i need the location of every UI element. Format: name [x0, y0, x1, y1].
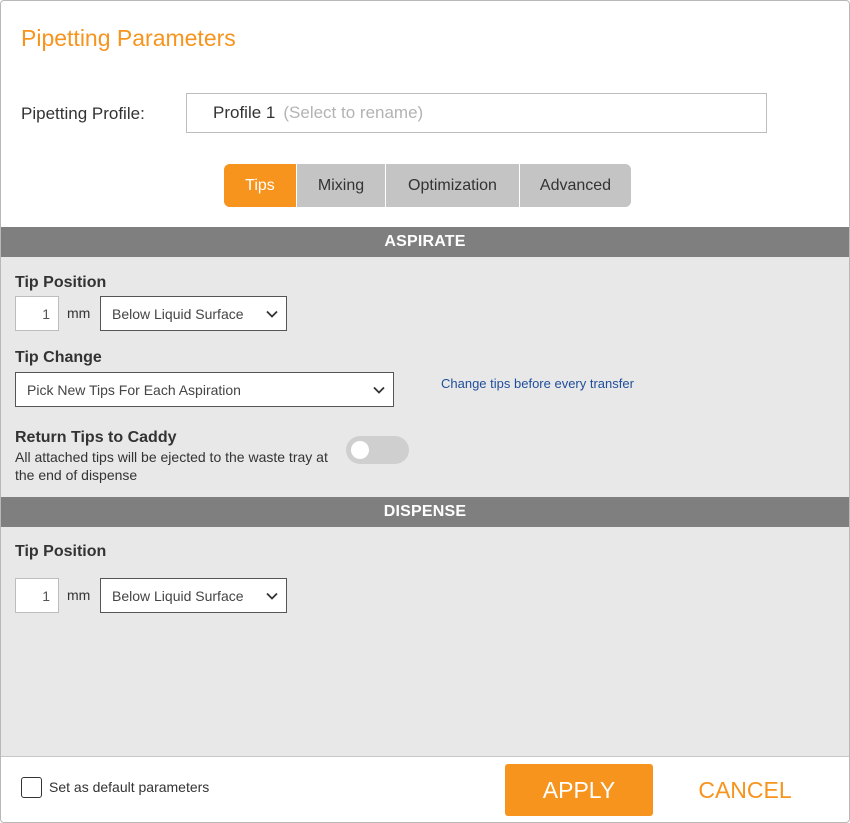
tab-content-panel: ASPIRATE Tip Position 1 mm Below Liquid … — [1, 227, 849, 756]
tip-change-value: Pick New Tips For Each Aspiration — [27, 381, 241, 398]
return-tips-toggle[interactable] — [346, 436, 409, 464]
chevron-down-icon — [266, 310, 278, 318]
parameter-tabs: Tips Mixing Optimization Advanced — [224, 164, 631, 207]
dispense-tip-position-unit: mm — [67, 587, 91, 603]
tab-optimization[interactable]: Optimization — [385, 164, 519, 207]
profile-name-input[interactable]: Profile 1 (Select to rename) — [186, 93, 767, 133]
profile-rename-hint: (Select to rename) — [283, 103, 424, 122]
profile-label: Pipetting Profile: — [21, 104, 145, 123]
tip-change-label: Tip Change — [15, 349, 102, 366]
aspirate-tip-reference-value: Below Liquid Surface — [112, 305, 244, 322]
dispense-tip-position-label: Tip Position — [15, 543, 107, 560]
tip-change-help-text: Change tips before every transfer — [441, 376, 634, 391]
aspirate-tip-position-label: Tip Position — [15, 274, 107, 291]
tab-mixing[interactable]: Mixing — [296, 164, 385, 207]
default-parameters-label: Set as default parameters — [49, 779, 210, 795]
footer-divider — [1, 756, 849, 757]
return-tips-label: Return Tips to Caddy — [15, 429, 177, 446]
dispense-section-header: DISPENSE — [1, 497, 849, 527]
aspirate-tip-position-input[interactable]: 1 — [15, 296, 59, 331]
profile-name-value: Profile 1 — [213, 103, 276, 122]
chevron-down-icon — [373, 386, 385, 394]
dispense-tip-reference-value: Below Liquid Surface — [112, 587, 244, 604]
default-parameters-checkbox[interactable] — [21, 777, 42, 798]
dispense-tip-reference-select[interactable]: Below Liquid Surface — [100, 578, 287, 613]
toggle-knob — [351, 441, 369, 459]
chevron-down-icon — [266, 592, 278, 600]
tab-tips[interactable]: Tips — [224, 164, 296, 207]
pipetting-parameters-dialog: Pipetting Parameters Pipetting Profile: … — [0, 0, 850, 823]
aspirate-tip-position-unit: mm — [67, 305, 91, 321]
dispense-tip-position-input[interactable]: 1 — [15, 578, 59, 613]
tab-advanced[interactable]: Advanced — [519, 164, 631, 207]
tip-change-select[interactable]: Pick New Tips For Each Aspiration — [15, 372, 394, 407]
cancel-button[interactable]: CANCEL — [677, 764, 813, 816]
return-tips-description: All attached tips will be ejected to the… — [15, 449, 328, 483]
dialog-title: Pipetting Parameters — [21, 25, 236, 51]
apply-button[interactable]: APPLY — [505, 764, 653, 816]
aspirate-section-header: ASPIRATE — [1, 227, 849, 257]
aspirate-tip-reference-select[interactable]: Below Liquid Surface — [100, 296, 287, 331]
